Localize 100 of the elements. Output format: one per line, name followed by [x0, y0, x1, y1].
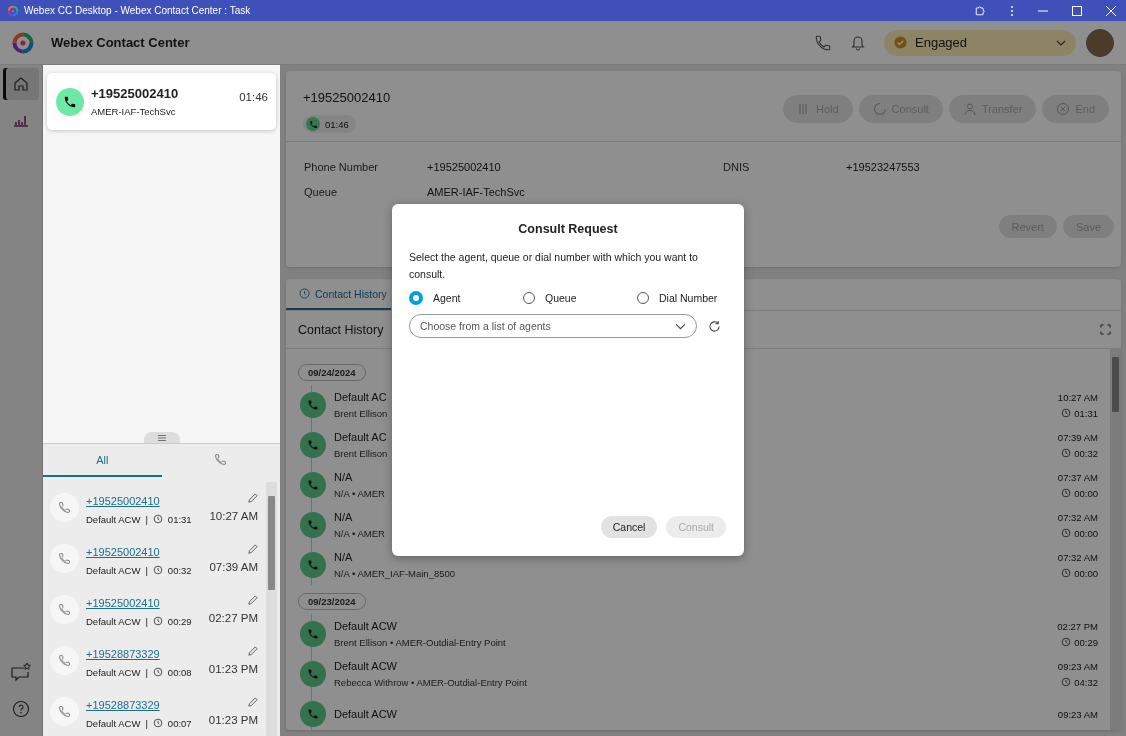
call-time: 01:23 PM	[208, 714, 258, 726]
phone-number-link[interactable]: +19528873329	[86, 647, 160, 660]
cancel-circle-icon	[1056, 102, 1071, 116]
call-duration: 01:31	[167, 513, 192, 525]
wrap-up-code: Default ACW	[86, 717, 141, 729]
phone-icon	[307, 519, 319, 531]
phone-icon	[307, 668, 319, 680]
field-label: Phone Number	[304, 161, 379, 173]
clock-icon	[152, 718, 163, 728]
rail-item[interactable]	[3, 68, 39, 100]
call-time: 02:27 PM	[208, 612, 258, 624]
entry-time: 07:37 AM	[1057, 471, 1098, 483]
pencil-icon[interactable]	[247, 493, 258, 504]
separator: |	[145, 666, 148, 678]
entry-subtitle: Brent Ellison	[334, 448, 389, 459]
home-icon	[12, 75, 30, 93]
radio-button[interactable]	[637, 292, 649, 304]
expand-icon[interactable]	[1100, 324, 1111, 335]
entry-time: 07:32 AM	[1057, 551, 1098, 563]
clock-icon	[1061, 637, 1072, 647]
pencil-icon[interactable]	[247, 595, 258, 606]
entry-title: Default ACW	[334, 620, 398, 632]
clock-icon	[1061, 677, 1072, 687]
clock-icon	[152, 667, 163, 677]
maximize-icon[interactable]	[1072, 5, 1082, 16]
pencil-icon[interactable]	[247, 646, 258, 657]
entry-subtitle: N/A • AMER_IAF-Main_8500	[334, 568, 457, 579]
task-card[interactable]: +19525002410 AMER-IAF-TechSvc 01:46	[47, 73, 276, 130]
phone-number-link[interactable]: +19525002410	[86, 596, 160, 609]
queue-name: AMER-IAF-TechSvc	[91, 106, 177, 117]
call-time: 10:27 AM	[209, 510, 258, 522]
call-duration: 00:29	[1074, 636, 1098, 648]
entry-subtitle: Brent Ellison • AMER-Outdial-Entry Point	[334, 637, 507, 648]
phone-icon	[214, 453, 228, 466]
radio-button[interactable]	[409, 291, 423, 305]
clock-icon	[1061, 568, 1072, 578]
phone-number-link[interactable]: +19525002410	[86, 545, 160, 558]
phone-icon[interactable]	[814, 33, 832, 52]
section-title: Contact History	[298, 322, 384, 337]
puzzle-piece-icon[interactable]	[974, 4, 986, 17]
entry-subtitle: Brent Ellison	[334, 408, 389, 419]
wrap-up-code: Default ACW	[86, 513, 141, 525]
contact-history-tab[interactable]: Contact History	[286, 279, 391, 310]
scrollbar[interactable]	[266, 482, 277, 736]
option-label: Dial Number	[659, 292, 718, 304]
entry-title: Default ACW	[334, 660, 398, 672]
phone-number-link[interactable]: +19525002410	[86, 494, 160, 507]
entry-subtitle: N/A • AMER	[334, 528, 386, 539]
pencil-icon[interactable]	[247, 697, 258, 708]
call-duration: 00:00	[1074, 487, 1098, 499]
call-duration: 04:32	[1074, 676, 1098, 688]
app-logo-icon	[11, 30, 35, 55]
bell-icon[interactable]	[850, 34, 866, 51]
separator: |	[145, 513, 148, 525]
more-options-icon[interactable]	[1010, 4, 1014, 17]
window-title: Webex CC Desktop - Webex Contact Center : Task	[24, 5, 251, 16]
entry-time: 09:23 AM	[1057, 708, 1098, 720]
separator: |	[145, 615, 148, 627]
phone-icon	[307, 399, 319, 411]
call-duration: 00:00	[1074, 567, 1098, 579]
app-title: Webex Contact Center	[51, 35, 190, 50]
call-time: 01:23 PM	[208, 663, 258, 675]
refresh-icon[interactable]	[708, 319, 721, 333]
call-timer: 01:46	[325, 118, 349, 130]
pencil-icon[interactable]	[247, 544, 258, 555]
radio-button[interactable]	[523, 292, 535, 304]
phone-icon	[307, 559, 319, 571]
phone-icon	[307, 439, 319, 451]
wrap-up-code: Default ACW	[86, 564, 141, 576]
clock-icon	[152, 565, 163, 575]
clock-icon	[1061, 528, 1072, 538]
history-tab[interactable]: All	[43, 444, 162, 477]
help-icon[interactable]	[12, 700, 30, 718]
scrollbar[interactable]	[1110, 349, 1121, 730]
person-icon	[962, 102, 977, 116]
dialog-button[interactable]: Cancel	[600, 516, 658, 538]
chat-bubble-star-icon[interactable]	[10, 662, 32, 682]
spinner-arc-icon	[872, 102, 887, 116]
phone-icon	[307, 708, 319, 720]
field-value: +19525002410	[427, 161, 502, 173]
clock-icon	[1061, 488, 1072, 498]
call-timer: 01:46	[239, 91, 268, 103]
close-icon[interactable]	[1106, 5, 1116, 16]
call-duration: 01:31	[1074, 407, 1098, 419]
agent-state-dropdown[interactable]: Engaged	[884, 29, 1076, 56]
field-label: Queue	[304, 186, 339, 198]
avatar[interactable]	[1086, 28, 1114, 57]
entry-time: 09:23 AM	[1057, 660, 1098, 672]
chevron-down-icon	[675, 322, 686, 330]
call-duration: 00:07	[167, 717, 192, 729]
phone-icon	[58, 552, 71, 565]
call-duration: 00:00	[1074, 527, 1098, 539]
entry-title: Default AC	[334, 391, 388, 403]
caller-number: +19525002410	[303, 90, 391, 105]
phone-icon	[307, 628, 319, 640]
wrap-up-code: Default ACW	[86, 666, 141, 678]
phone-icon	[58, 705, 71, 718]
entry-title: Default ACW	[334, 708, 398, 720]
phone-number-link[interactable]: +19528873329	[86, 698, 160, 711]
resize-handle[interactable]	[143, 432, 180, 443]
